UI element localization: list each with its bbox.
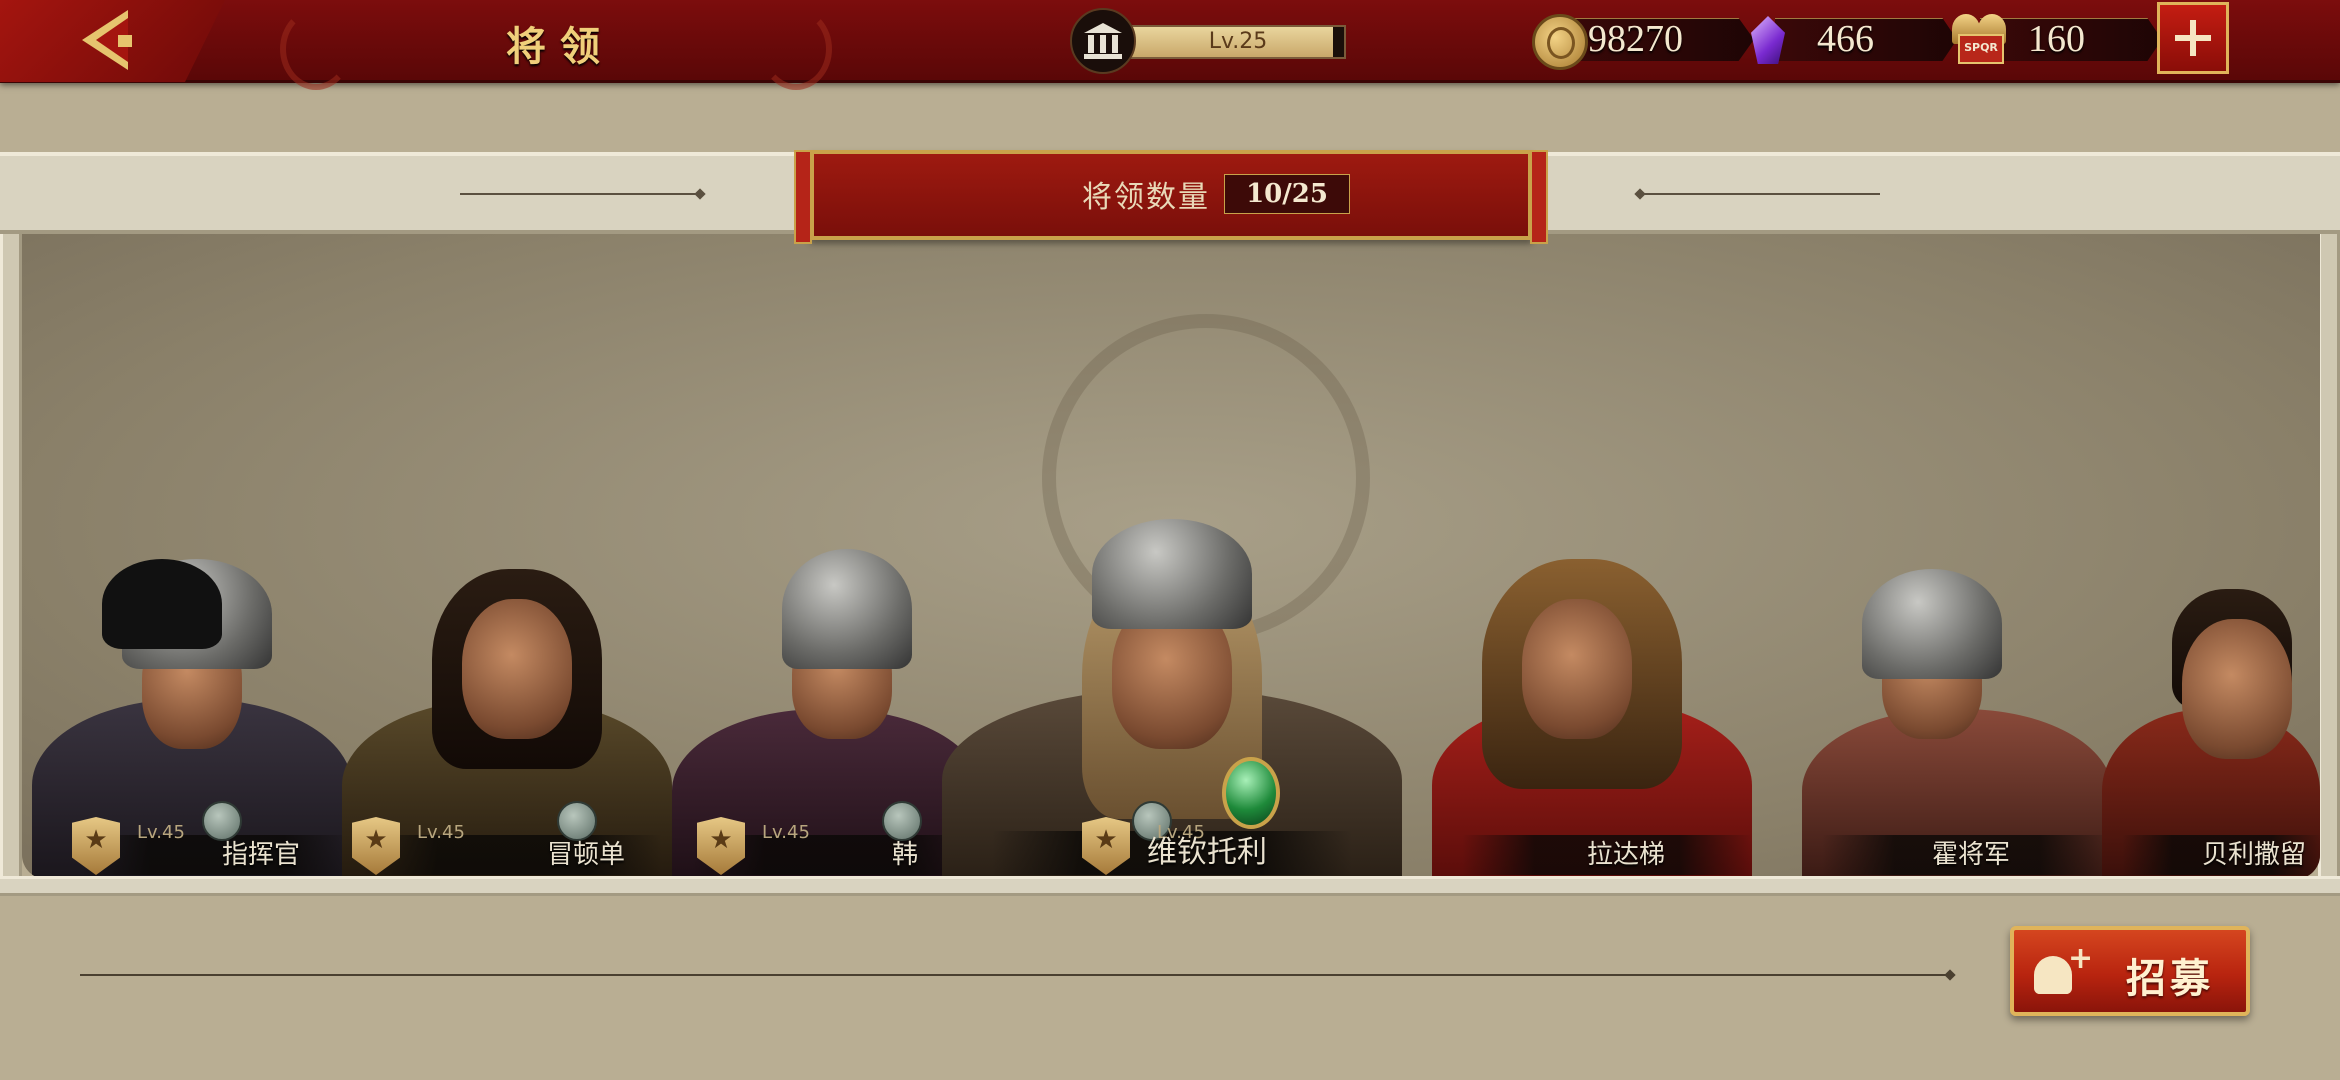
general-name: 霍将军 (1932, 840, 2011, 870)
resource-gems[interactable]: 466 (1745, 12, 1957, 70)
general-card[interactable]: 拉达梯 (1422, 549, 1762, 879)
level-progress-bar: Lv.25 (1130, 25, 1346, 59)
general-card[interactable]: 贝利撒留 (2102, 549, 2320, 879)
temple-icon (1070, 8, 1136, 74)
add-resource-button[interactable] (2157, 2, 2229, 74)
back-button[interactable] (0, 0, 225, 82)
general-count-value: 10/25 (1224, 174, 1350, 214)
resource-spqr[interactable]: SPQR 160 (1950, 12, 2162, 70)
general-level: Lv.45 (417, 822, 465, 843)
coin-icon (1532, 14, 1588, 70)
general-name: 贝利撒留 (2202, 840, 2307, 870)
laurel-decoration-right (760, 8, 832, 90)
page-title: 将领 (506, 23, 614, 70)
general-name: 指挥官 (222, 840, 301, 870)
general-card[interactable]: 霍将军 (1782, 549, 2122, 879)
bottom-divider (80, 974, 1950, 976)
general-card[interactable]: Lv.45 冒顿单 (322, 549, 682, 879)
general-card[interactable]: Lv.45 指挥官 (22, 549, 362, 879)
generals-carousel[interactable]: Lv.45 指挥官 Lv.45 冒顿单 Lv.45 韩 (22, 234, 2320, 879)
divider-left (460, 193, 700, 195)
general-portrait (2102, 549, 2320, 879)
helmet-plus-icon: + (2034, 944, 2093, 998)
general-name: 维钦托利 (1147, 835, 1267, 870)
general-level: Lv.45 (137, 822, 185, 843)
general-card-selected[interactable]: Lv.45 维钦托利 (922, 459, 1422, 879)
recruit-button[interactable]: + 招募 (2010, 926, 2250, 1016)
general-name: 冒顿单 (547, 840, 626, 870)
general-count-label: 将领数量 (1082, 180, 1210, 215)
general-name: 韩 (892, 840, 919, 870)
general-portrait (1422, 549, 1762, 879)
gems-value: 466 (1817, 18, 1874, 60)
general-portrait (1782, 549, 2122, 879)
emerald-gem-icon (1222, 757, 1280, 829)
player-level[interactable]: Lv.25 (1070, 8, 1346, 74)
resource-coins[interactable]: 98270 (1532, 12, 1754, 70)
laurel-decoration-left (280, 8, 352, 90)
level-label: Lv.25 (1208, 29, 1268, 54)
spqr-value: 160 (2028, 18, 2085, 60)
general-portrait (922, 459, 1422, 879)
coins-value: 98270 (1588, 18, 1683, 60)
divider-right (1640, 193, 1880, 195)
general-count-banner: 将领数量 10/25 (794, 150, 1548, 244)
recruit-label: 招募 (2126, 955, 2214, 1002)
general-name: 拉达梯 (1587, 840, 1666, 870)
general-level: Lv.45 (762, 822, 810, 843)
top-bar: 将领 Lv.25 98270 466 SPQR 160 (0, 0, 2340, 90)
spqr-helmet-icon: SPQR (1950, 12, 2008, 66)
